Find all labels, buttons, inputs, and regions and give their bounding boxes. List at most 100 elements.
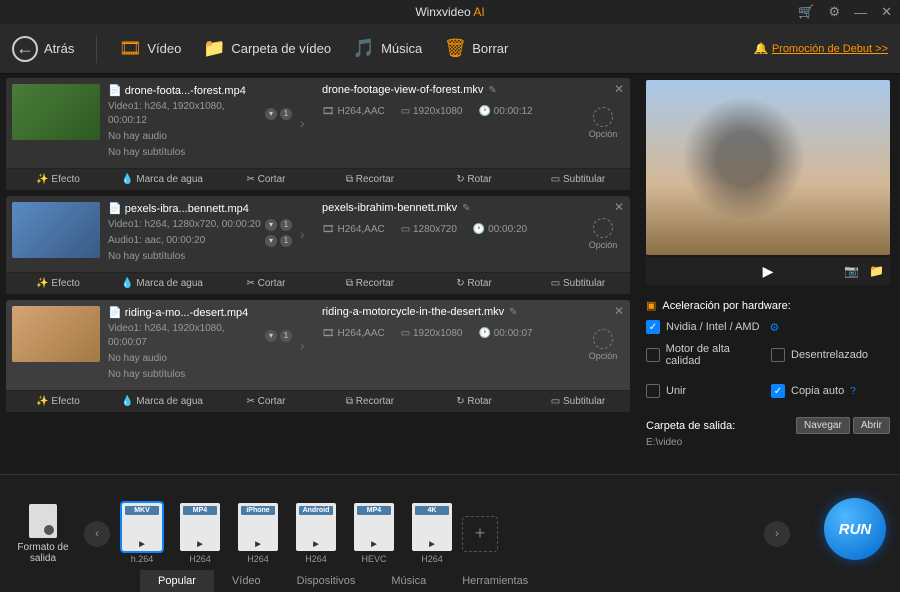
add-folder-button[interactable]: 📁 Carpeta de vídeo [203,38,331,60]
format-icon [29,504,57,538]
chip-icon: ▣ [646,299,656,312]
browse-button[interactable]: Navegar [796,417,850,434]
back-button[interactable]: ← Atrás [12,36,74,62]
subtitle-button[interactable]: ▭ Subtitular [526,273,630,294]
hw-accel-option[interactable]: ✓ Nvidia / Intel / AMD ⚙ [646,320,890,334]
help-icon[interactable]: ? [850,386,856,397]
video-info: Video1: h264, 1280x720, 00:00:20 [108,218,261,232]
output-format-label: Formato de salida [10,504,76,564]
output-filename: pexels-ibrahim-bennett.mkv ✎ [322,202,576,214]
minimize-icon[interactable]: — [854,5,867,20]
close-icon[interactable]: ✕ [881,4,892,20]
join-checkbox[interactable]: Unir [646,384,765,398]
file-card[interactable]: ✕ 📄 pexels-ibra...bennett.mp4 Video1: h2… [6,196,630,294]
add-music-button[interactable]: 🎵 Música [353,38,422,60]
checkbox-icon: ✓ [646,320,660,334]
preset-prev-button[interactable]: ‹ [84,521,110,547]
cut-button[interactable]: ✂ Cortar [214,273,318,294]
edit-icon[interactable]: ✎ [462,203,470,214]
format-tab[interactable]: Dispositivos [279,570,374,592]
resolution-info: ▭ 1920x1080 [401,106,463,117]
rotate-button[interactable]: ↻ Rotar [422,169,526,190]
codec-info: 🎞 H264,AAC [322,224,385,235]
video-icon: 🎞 [119,38,141,60]
effect-button[interactable]: ✨ Efecto [6,273,110,294]
rotate-button[interactable]: ↻ Rotar [422,391,526,412]
effect-button[interactable]: ✨ Efecto [6,169,110,190]
preview-pane[interactable] [646,80,890,255]
remove-file-button[interactable]: ✕ [614,200,624,214]
file-card[interactable]: ✕ 📄 drone-foota...-forest.mp4 Video1: h2… [6,78,630,190]
source-filename: 📄 riding-a-mo...-desert.mp4 [108,306,292,319]
preset-item[interactable]: MKV▶ h.264 [118,503,166,564]
remove-file-button[interactable]: ✕ [614,82,624,96]
music-icon: 🎵 [353,38,375,60]
preset-next-button[interactable]: › [764,521,790,547]
preset-item[interactable]: iPhone▶ H264 [234,503,282,564]
rotate-button[interactable]: ↻ Rotar [422,273,526,294]
gear-icon [593,329,613,349]
watermark-button[interactable]: 💧 Marca de agua [110,273,214,294]
app-title: Winxvideo AI [415,5,484,19]
clear-button[interactable]: 🗑 Borrar [444,38,508,60]
format-tab[interactable]: Vídeo [214,570,279,592]
format-tab[interactable]: Popular [140,570,214,592]
crop-button[interactable]: ⧉ Recortar [318,391,422,412]
file-list: ✕ 📄 drone-foota...-forest.mp4 Video1: h2… [0,74,636,474]
titlebar: Winxvideo AI 🛒 ⚙ — ✕ [0,0,900,24]
add-preset-button[interactable]: + [462,516,498,552]
thumbnail [12,306,100,362]
play-button[interactable]: ▶ [763,263,774,280]
gear-icon[interactable]: ⚙ [770,321,780,334]
track-count-badge: 1 [280,219,292,231]
open-button[interactable]: Abrir [853,417,890,434]
run-button[interactable]: RUN [824,498,886,560]
settings-icon[interactable]: ⚙ [828,4,840,20]
add-video-button[interactable]: 🎞 Vídeo [119,38,181,60]
duration-info: 🕐 00:00:20 [473,224,527,235]
cut-button[interactable]: ✂ Cortar [214,169,318,190]
format-tab[interactable]: Herramientas [444,570,546,592]
hq-engine-checkbox[interactable]: Motor de alta calidad [646,343,765,367]
video-info: Video1: h264, 1920x1080, 00:00:12 [108,100,265,128]
crop-button[interactable]: ⧉ Recortar [318,169,422,190]
duration-info: 🕐 00:00:12 [478,106,532,117]
watermark-button[interactable]: 💧 Marca de agua [110,391,214,412]
format-tab[interactable]: Música [373,570,444,592]
preset-item[interactable]: 4K▶ H264 [408,503,456,564]
codec-info: 🎞 H264,AAC [322,106,385,117]
watermark-button[interactable]: 💧 Marca de agua [110,169,214,190]
trash-icon: 🗑 [444,38,466,60]
autocopy-checkbox[interactable]: ✓Copia auto ? [771,384,890,398]
subtitle-button[interactable]: ▭ Subtitular [526,169,630,190]
edit-icon[interactable]: ✎ [509,307,517,318]
chevron-down-icon[interactable]: ▾ [265,108,277,120]
cut-button[interactable]: ✂ Cortar [214,391,318,412]
resolution-info: ▭ 1920x1080 [401,328,463,339]
effect-button[interactable]: ✨ Efecto [6,391,110,412]
resolution-info: ▭ 1280x720 [401,224,457,235]
chevron-down-icon[interactable]: ▾ [265,330,277,342]
crop-button[interactable]: ⧉ Recortar [318,273,422,294]
chevron-down-icon[interactable]: ▾ [265,219,277,231]
edit-icon[interactable]: ✎ [488,85,496,96]
snapshot-icon[interactable]: 📷 [844,264,859,278]
promo-link[interactable]: 🔔 Promoción de Debut >> [754,42,888,55]
preset-item[interactable]: Android▶ H264 [292,503,340,564]
source-filename: 📄 pexels-ibra...bennett.mp4 [108,202,292,215]
arrow-icon: › [300,306,316,384]
file-card[interactable]: ✕ 📄 riding-a-mo...-desert.mp4 Video1: h2… [6,300,630,412]
arrow-icon: › [300,84,316,162]
subtitle-button[interactable]: ▭ Subtitular [526,391,630,412]
deinterlace-checkbox[interactable]: Desentrelazado [771,343,890,367]
cart-icon[interactable]: 🛒 [798,4,814,20]
output-folder-path: E:\video [646,437,890,448]
codec-info: 🎞 H264,AAC [322,328,385,339]
output-folder-label: Carpeta de salida: [646,420,735,432]
track-count-badge: 1 [280,108,292,120]
open-folder-icon[interactable]: 📁 [869,264,884,278]
preset-item[interactable]: MP4▶ H264 [176,503,224,564]
preset-item[interactable]: MP4▶ HEVC [350,503,398,564]
duration-info: 🕐 00:00:07 [478,328,532,339]
remove-file-button[interactable]: ✕ [614,304,624,318]
